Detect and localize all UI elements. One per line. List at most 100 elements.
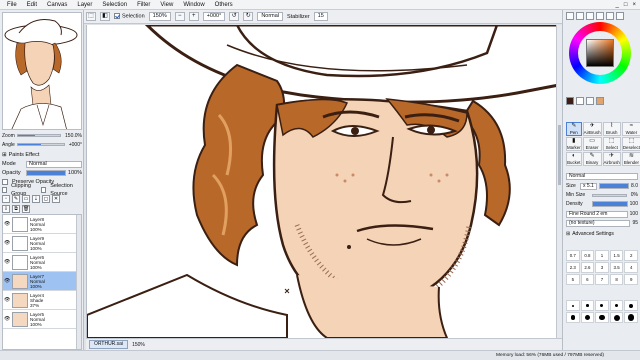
brush-size-preset[interactable]: 1 [595, 250, 609, 261]
brush-size-preset[interactable]: 3 [595, 262, 609, 273]
tool-pen[interactable]: ✎ Pen [566, 122, 582, 136]
selection-checkbox[interactable] [114, 13, 120, 20]
hsv-slider-mode-icon[interactable] [586, 12, 594, 20]
eye-icon[interactable]: 👁 [4, 259, 10, 265]
selection-source-checkbox[interactable] [41, 187, 47, 193]
tool-marker[interactable]: ▮ Marker [566, 137, 582, 151]
brush-size-preset[interactable]: 2.6 [580, 262, 595, 273]
layer-row[interactable]: 👁 Layer4 Shade 37% [3, 291, 81, 310]
tool-eraser[interactable]: ▭ Eraser [582, 137, 602, 151]
swatches-mode-icon[interactable] [606, 12, 614, 20]
menu-canvas[interactable]: Canvas [42, 0, 72, 10]
merge-visible-icon[interactable]: ⧉ [12, 205, 20, 213]
brush-dot-preset[interactable] [624, 312, 638, 323]
density-slider[interactable] [592, 201, 628, 207]
preserve-opacity-checkbox[interactable] [2, 179, 8, 185]
close-button[interactable]: × [632, 2, 636, 8]
color-wheel-mode-icon[interactable] [566, 12, 574, 20]
trash-icon[interactable]: 🗑 [22, 205, 30, 213]
brush-size-preset[interactable]: 7 [595, 274, 609, 285]
menu-edit[interactable]: Edit [22, 0, 42, 10]
brush-texture-select[interactable]: (no texture) [566, 219, 631, 227]
menu-layer[interactable]: Layer [72, 0, 97, 10]
min-size-slider[interactable] [592, 193, 627, 197]
menu-file[interactable]: File [2, 0, 22, 10]
color-mixer-icon[interactable] [596, 12, 604, 20]
new-folder-icon[interactable]: ▭ [22, 195, 30, 203]
eye-icon[interactable]: 👁 [4, 221, 10, 227]
brush-size-preset[interactable]: 0.8 [580, 250, 595, 261]
brush-size-preset[interactable]: 6 [580, 274, 595, 285]
tool-blender[interactable]: ≋ Blender [621, 152, 640, 166]
layer-mode-select[interactable]: Normal [26, 160, 82, 168]
tool-airbrush[interactable]: ✈ AirBrush [582, 122, 602, 136]
brush-mode-select[interactable]: Normal [566, 172, 638, 180]
secondary-color-swatch[interactable] [576, 97, 584, 105]
eye-icon[interactable]: 👁 [4, 240, 10, 246]
primary-color-swatch[interactable] [566, 97, 574, 105]
paints-effect-row[interactable]: ⊞ Paints Effect [2, 151, 82, 159]
brush-size-preset[interactable]: 4 [624, 262, 638, 273]
brush-size-preset[interactable]: 1.5 [609, 250, 624, 261]
tool-deselect[interactable]: ⬚ Deselect [621, 137, 640, 151]
saturation-value-square[interactable] [586, 39, 614, 67]
canvas[interactable] [86, 25, 558, 338]
brush-size-preset[interactable]: 5 [566, 274, 580, 285]
brush-dot-preset[interactable] [595, 300, 609, 311]
clear-layer-icon[interactable]: ◻ [42, 195, 50, 203]
layer-row[interactable]: 👁 Layer9 Normal 100% [3, 234, 81, 253]
brush-dot-preset[interactable] [566, 300, 580, 311]
brush-dot-preset[interactable] [609, 300, 624, 311]
brush-dot-preset[interactable] [609, 312, 624, 323]
brush-dot-preset[interactable] [580, 300, 595, 311]
eye-icon[interactable]: 👁 [4, 316, 10, 322]
zoom-field[interactable]: 150% [148, 12, 171, 21]
brush-size-preset[interactable]: 8 [609, 274, 624, 285]
rotation-field[interactable]: +000° [202, 12, 226, 21]
tool-select[interactable]: ⬚ Select [602, 137, 621, 151]
delete-layer-icon[interactable]: ✕ [52, 195, 60, 203]
advanced-settings-row[interactable]: ⊞ Advanced Settings [566, 230, 638, 238]
tool-brush[interactable]: ⌇ Brush [602, 122, 621, 136]
brush-size-preset[interactable]: 0.7 [566, 250, 580, 261]
angle-slider[interactable] [16, 143, 65, 146]
size-multiplier-select[interactable]: x 5.1 [580, 182, 597, 190]
invert-selection-icon[interactable]: ◧ [100, 12, 110, 21]
rgb-slider-mode-icon[interactable] [576, 12, 584, 20]
menu-filter[interactable]: Filter [132, 0, 155, 10]
zoom-in-icon[interactable]: + [188, 12, 199, 21]
file-tab[interactable]: ORTHUR.sai [89, 340, 129, 349]
new-layer-icon[interactable]: ▫ [2, 195, 10, 203]
layer-row[interactable]: 👁 Layer6 Normal 100% [3, 253, 81, 272]
layer-row[interactable]: 👁 Layer5 Normal 100% [3, 310, 81, 329]
deselect-icon[interactable]: ⬚ [86, 12, 96, 21]
zoom-slider[interactable] [16, 134, 62, 137]
opacity-slider[interactable] [26, 170, 66, 176]
brush-size-preset[interactable]: 9 [624, 274, 638, 285]
transfer-down-icon[interactable]: ⇩ [2, 205, 10, 213]
tool-bucket[interactable]: ◐ Bucket [566, 152, 582, 166]
rotate-left-icon[interactable]: ↺ [229, 12, 240, 21]
selection-toggle[interactable]: Selection [114, 13, 145, 20]
menu-others[interactable]: Others [210, 0, 238, 10]
transparent-color-swatch[interactable] [586, 97, 594, 105]
tool-airbrush[interactable]: ✈ Airbrush [602, 152, 621, 166]
clipping-group-checkbox[interactable] [2, 187, 8, 193]
tool-binary[interactable]: ✎ Binary [582, 152, 602, 166]
brush-dot-preset[interactable] [595, 312, 609, 323]
layer-row[interactable]: 👁 Layer8 Normal 100% [3, 215, 81, 234]
eye-icon[interactable]: 👁 [4, 297, 10, 303]
advanced-settings-toggle-icon[interactable]: ⊞ [566, 230, 570, 238]
brush-dot-preset[interactable] [624, 300, 638, 311]
eye-icon[interactable]: 👁 [4, 278, 10, 284]
tool-water[interactable]: ≈ Water [621, 122, 640, 136]
brush-size-preset[interactable]: 3.5 [609, 262, 624, 273]
menu-view[interactable]: View [155, 0, 178, 10]
brush-size-preset[interactable]: 2 [624, 250, 638, 261]
size-slider[interactable] [598, 183, 630, 189]
new-linework-layer-icon[interactable]: ✎ [12, 195, 20, 203]
mode-select[interactable]: Normal [257, 12, 284, 21]
menu-selection[interactable]: Selection [97, 0, 132, 10]
zoom-out-icon[interactable]: − [174, 12, 185, 21]
layer-row[interactable]: 👁 Layer7 Normal 100% [3, 272, 81, 291]
